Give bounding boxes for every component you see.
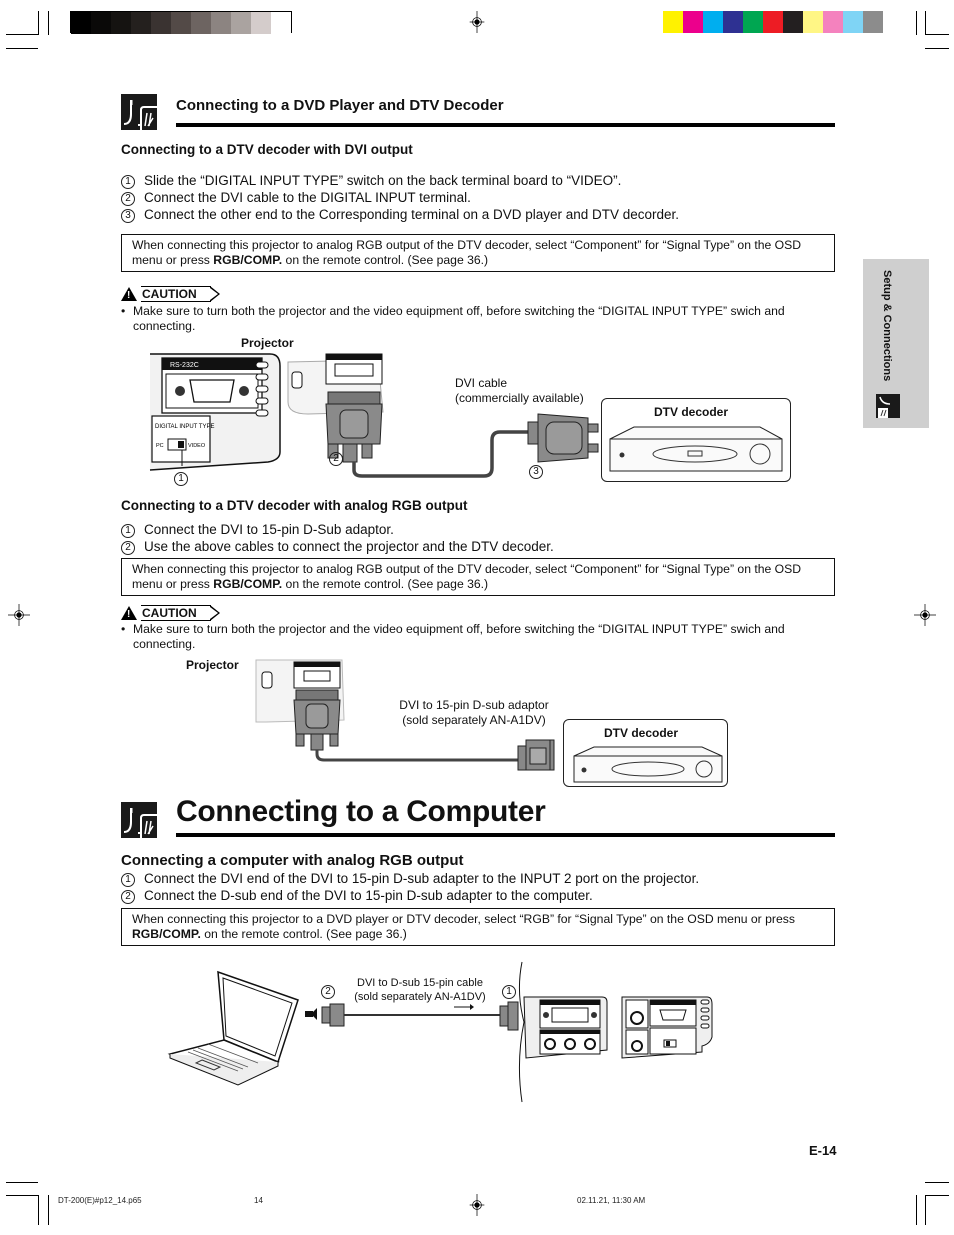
cable-connection-icon	[876, 394, 900, 418]
color-swatch	[191, 12, 211, 34]
warning-icon	[121, 287, 137, 301]
crop-mark	[6, 1182, 38, 1183]
crop-mark	[38, 1195, 39, 1225]
color-swatch	[211, 12, 231, 34]
color-swatch	[131, 12, 151, 34]
title-rule	[176, 833, 835, 837]
color-swatch	[723, 11, 743, 33]
color-swatch	[151, 12, 171, 34]
callout-1: 1	[174, 472, 188, 486]
cable-label: DVI to D-sub 15-pin cable (sold separate…	[354, 977, 486, 1003]
caution-arrow-icon	[209, 286, 220, 302]
color-swatch	[271, 12, 291, 34]
subsection-heading: Connecting a computer with analog RGB ou…	[121, 852, 464, 869]
cable-connection-icon	[121, 94, 157, 130]
color-swatch	[231, 12, 251, 34]
title-rule	[176, 123, 835, 127]
step-2: 2 Connect the DVI cable to the DIGITAL IN…	[121, 190, 471, 206]
footer-timestamp: 02.11.21, 11:30 AM	[577, 1196, 646, 1205]
dvi-cable-label: DVI cable (commercially available)	[455, 376, 584, 405]
crop-mark	[38, 11, 39, 35]
crop-mark	[925, 48, 949, 49]
info-note: When connecting this projector to a DVD …	[121, 908, 835, 946]
cable-connection-icon	[121, 802, 157, 838]
color-swatch	[803, 11, 823, 33]
color-swatch	[91, 12, 111, 34]
step-1: 1 Connect the DVI end of the DVI to 15-pi…	[121, 871, 699, 887]
registration-mark-icon	[469, 11, 485, 33]
dtv-decoder-box: DTV decoder	[563, 719, 728, 787]
color-swatch	[843, 11, 863, 33]
dtv-decoder-box: DTV decoder	[601, 398, 791, 482]
color-swatch	[251, 12, 271, 34]
registration-mark-icon	[914, 604, 936, 626]
color-swatch	[703, 11, 723, 33]
crop-mark	[6, 34, 38, 35]
step-2: 2 Connect the D-sub end of the DVI to 15-…	[121, 888, 593, 904]
warning-icon	[121, 606, 137, 620]
crop-mark	[925, 34, 949, 35]
projector-label: Projector	[241, 336, 294, 350]
chapter-tab-label: Setup & Connections	[881, 270, 893, 382]
color-swatch	[783, 11, 803, 33]
crop-mark	[48, 1195, 49, 1225]
color-bar	[663, 11, 883, 33]
step-1: 1 Slide the “DIGITAL INPUT TYPE” switch o…	[121, 173, 621, 189]
caution-badge: CAUTION	[121, 286, 220, 302]
dtv-decoder-icon	[573, 746, 723, 783]
digital-input-type-label: DIGITAL INPUT TYPE	[155, 424, 214, 430]
page-number: E-14	[809, 1143, 837, 1158]
dtv-decoder-icon	[609, 426, 783, 472]
step-3: 3 Connect the other end to the Correspond…	[121, 207, 679, 223]
video-label: VIDEO	[188, 443, 206, 449]
color-swatch	[663, 11, 683, 33]
projector-rear-panel-diagram	[518, 961, 713, 1103]
color-swatch	[763, 11, 783, 33]
crop-mark	[6, 1195, 38, 1196]
direction-arrow-icon	[454, 1004, 474, 1010]
callout-2: 2	[321, 985, 335, 999]
pc-label: PC	[156, 443, 164, 449]
color-swatch	[111, 12, 131, 34]
callout-2: 2	[329, 452, 343, 466]
adaptor-label: DVI to 15-pin D-sub adaptor (sold separa…	[399, 698, 549, 727]
caution-badge: CAUTION	[121, 605, 220, 621]
section-title: Connecting to a DVD Player and DTV Decod…	[176, 97, 504, 114]
color-swatch	[863, 11, 883, 33]
crop-mark	[48, 11, 49, 35]
subsection-heading: Connecting to a DTV decoder with analog …	[121, 498, 468, 513]
grayscale-bar	[70, 11, 292, 34]
section-title: Connecting to a Computer	[176, 795, 546, 828]
color-swatch	[743, 11, 763, 33]
registration-mark-icon	[8, 604, 30, 626]
crop-mark	[925, 1195, 949, 1196]
color-swatch	[71, 12, 91, 34]
laptop-icon	[167, 970, 299, 1086]
caution-text: Make sure to turn both the projector and…	[121, 304, 837, 333]
color-swatch	[823, 11, 843, 33]
color-swatch	[683, 11, 703, 33]
caution-arrow-icon	[209, 605, 220, 621]
callout-3: 3	[529, 465, 543, 479]
footer-page: 14	[254, 1196, 263, 1205]
crop-mark	[916, 11, 917, 35]
crop-mark	[925, 1195, 926, 1225]
crop-mark	[6, 48, 38, 49]
step-1: 1 Connect the DVI to 15-pin D-Sub adaptor…	[121, 522, 394, 538]
crop-mark	[916, 1195, 917, 1225]
info-note: When connecting this projector to analog…	[121, 234, 835, 272]
projector-terminal-diagram: RS-232C DIGITAL INPUT TYPE PC VIDEO	[149, 353, 281, 471]
info-note: When connecting this projector to analog…	[121, 558, 835, 596]
step-2: 2 Use the above cables to connect the pro…	[121, 539, 554, 555]
footer-file: DT-200(E)#p12_14.p65	[58, 1196, 142, 1205]
caution-text: Make sure to turn both the projector and…	[121, 622, 837, 651]
crop-mark	[925, 11, 926, 35]
projector-label: Projector	[186, 658, 239, 672]
registration-mark-icon	[469, 1194, 485, 1216]
rs232c-label: RS-232C	[170, 362, 199, 369]
crop-mark	[925, 1182, 949, 1183]
color-swatch	[171, 12, 191, 34]
subsection-heading: Connecting to a DTV decoder with DVI out…	[121, 142, 413, 157]
